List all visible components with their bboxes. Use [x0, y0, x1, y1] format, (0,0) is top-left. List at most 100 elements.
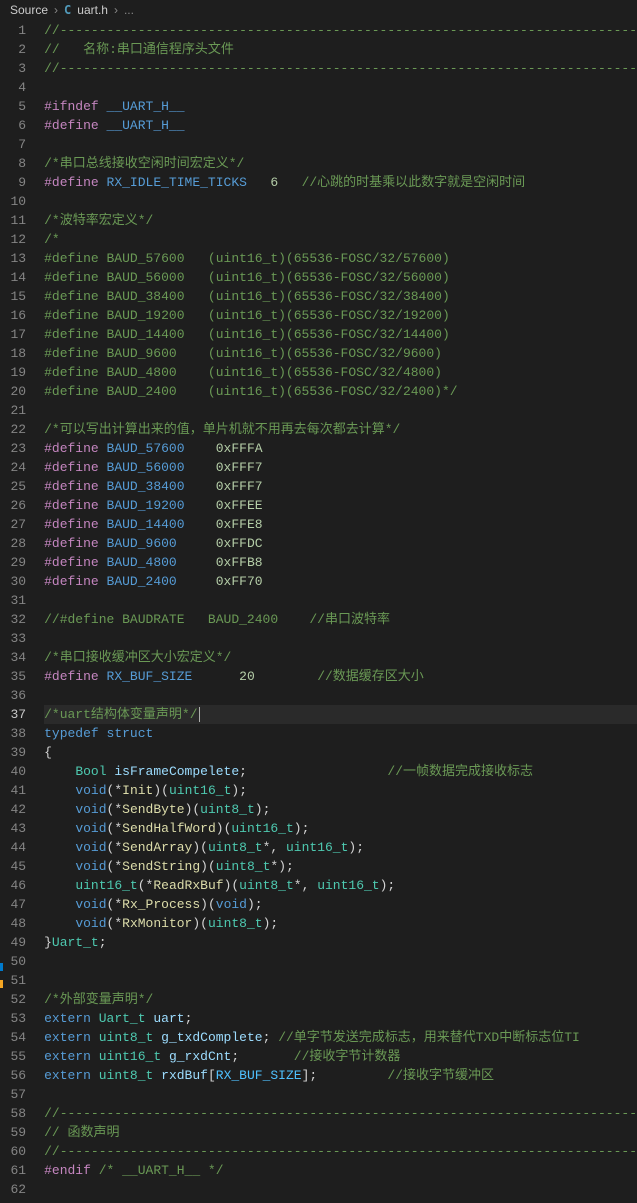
- code-line[interactable]: [44, 971, 637, 990]
- line-number[interactable]: 60: [2, 1142, 26, 1161]
- code-area[interactable]: //--------------------------------------…: [44, 21, 637, 1199]
- code-line[interactable]: void(*SendByte)(uint8_t);: [44, 800, 637, 819]
- code-line[interactable]: //--------------------------------------…: [44, 21, 637, 40]
- line-number[interactable]: 20: [2, 382, 26, 401]
- line-number[interactable]: 2: [2, 40, 26, 59]
- line-number[interactable]: 15: [2, 287, 26, 306]
- code-line[interactable]: #define BAUD_57600 0xFFFA: [44, 439, 637, 458]
- code-line[interactable]: [44, 401, 637, 420]
- line-number[interactable]: 6: [2, 116, 26, 135]
- code-line[interactable]: #define BAUD_2400 (uint16_t)(65536-FOSC/…: [44, 382, 637, 401]
- line-number[interactable]: 27: [2, 515, 26, 534]
- line-number[interactable]: 58: [2, 1104, 26, 1123]
- code-line[interactable]: #define __UART_H__: [44, 116, 637, 135]
- line-number[interactable]: 43: [2, 819, 26, 838]
- line-number[interactable]: 12: [2, 230, 26, 249]
- code-line[interactable]: extern uint16_t g_rxdCnt; //接收字节计数器: [44, 1047, 637, 1066]
- line-number[interactable]: 47: [2, 895, 26, 914]
- line-number[interactable]: 44: [2, 838, 26, 857]
- line-number[interactable]: 23: [2, 439, 26, 458]
- line-number[interactable]: 38: [2, 724, 26, 743]
- line-number[interactable]: 1: [2, 21, 26, 40]
- code-line[interactable]: //#define BAUDRATE BAUD_2400 //串口波特率: [44, 610, 637, 629]
- line-number[interactable]: 31: [2, 591, 26, 610]
- line-number[interactable]: 37: [2, 705, 26, 724]
- line-number[interactable]: 41: [2, 781, 26, 800]
- code-line[interactable]: /*外部变量声明*/: [44, 990, 637, 1009]
- line-number[interactable]: 34: [2, 648, 26, 667]
- code-line[interactable]: void(*SendString)(uint8_t*);: [44, 857, 637, 876]
- line-number[interactable]: 22: [2, 420, 26, 439]
- code-line[interactable]: void(*SendHalfWord)(uint16_t);: [44, 819, 637, 838]
- line-number[interactable]: 46: [2, 876, 26, 895]
- code-line[interactable]: typedef struct: [44, 724, 637, 743]
- code-line[interactable]: /*串口总线接收空闲时间宏定义*/: [44, 154, 637, 173]
- line-number[interactable]: 25: [2, 477, 26, 496]
- line-number[interactable]: 59: [2, 1123, 26, 1142]
- code-line[interactable]: void(*Init)(uint16_t);: [44, 781, 637, 800]
- breadcrumb-folder[interactable]: Source: [10, 3, 48, 17]
- line-number[interactable]: 54: [2, 1028, 26, 1047]
- line-number[interactable]: 11: [2, 211, 26, 230]
- code-line[interactable]: extern uint8_t g_txdComplete; //单字节发送完成标…: [44, 1028, 637, 1047]
- line-number[interactable]: 5: [2, 97, 26, 116]
- code-line[interactable]: [44, 629, 637, 648]
- line-number[interactable]: 4: [2, 78, 26, 97]
- line-number[interactable]: 13: [2, 249, 26, 268]
- line-number[interactable]: 28: [2, 534, 26, 553]
- line-number[interactable]: 18: [2, 344, 26, 363]
- line-number[interactable]: 35: [2, 667, 26, 686]
- code-line[interactable]: //--------------------------------------…: [44, 1104, 637, 1123]
- line-number[interactable]: 9: [2, 173, 26, 192]
- code-line[interactable]: //--------------------------------------…: [44, 59, 637, 78]
- line-number[interactable]: 29: [2, 553, 26, 572]
- code-line[interactable]: #define RX_IDLE_TIME_TICKS 6 //心跳的时基乘以此数…: [44, 173, 637, 192]
- line-number[interactable]: 61: [2, 1161, 26, 1180]
- code-line[interactable]: #define BAUD_56000 0xFFF7: [44, 458, 637, 477]
- line-number[interactable]: 19: [2, 363, 26, 382]
- code-line[interactable]: Bool isFrameCompelete; //一帧数据完成接收标志: [44, 762, 637, 781]
- line-number[interactable]: 53: [2, 1009, 26, 1028]
- code-line[interactable]: // 名称:串口通信程序头文件: [44, 40, 637, 59]
- line-number[interactable]: 10: [2, 192, 26, 211]
- code-line[interactable]: {: [44, 743, 637, 762]
- line-number[interactable]: 32: [2, 610, 26, 629]
- code-line[interactable]: }Uart_t;: [44, 933, 637, 952]
- line-number[interactable]: 48: [2, 914, 26, 933]
- breadcrumb-file[interactable]: uart.h: [77, 3, 108, 17]
- code-line[interactable]: [44, 78, 637, 97]
- code-line[interactable]: #define BAUD_38400 0xFFF7: [44, 477, 637, 496]
- code-line[interactable]: #define BAUD_57600 (uint16_t)(65536-FOSC…: [44, 249, 637, 268]
- code-line[interactable]: /*uart结构体变量声明*/: [44, 705, 637, 724]
- line-number[interactable]: 26: [2, 496, 26, 515]
- line-number[interactable]: 8: [2, 154, 26, 173]
- line-number[interactable]: 24: [2, 458, 26, 477]
- code-line[interactable]: /*波特率宏定义*/: [44, 211, 637, 230]
- line-number[interactable]: 17: [2, 325, 26, 344]
- code-line[interactable]: #ifndef __UART_H__: [44, 97, 637, 116]
- line-number[interactable]: 36: [2, 686, 26, 705]
- code-line[interactable]: [44, 952, 637, 971]
- line-number[interactable]: 39: [2, 743, 26, 762]
- line-number[interactable]: 30: [2, 572, 26, 591]
- line-number[interactable]: 42: [2, 800, 26, 819]
- line-number[interactable]: 7: [2, 135, 26, 154]
- code-line[interactable]: extern Uart_t uart;: [44, 1009, 637, 1028]
- code-line[interactable]: #define BAUD_19200 (uint16_t)(65536-FOSC…: [44, 306, 637, 325]
- code-line[interactable]: [44, 686, 637, 705]
- code-line[interactable]: #define BAUD_19200 0xFFEE: [44, 496, 637, 515]
- line-number[interactable]: 49: [2, 933, 26, 952]
- code-line[interactable]: void(*Rx_Process)(void);: [44, 895, 637, 914]
- code-line[interactable]: #define BAUD_38400 (uint16_t)(65536-FOSC…: [44, 287, 637, 306]
- line-number[interactable]: 33: [2, 629, 26, 648]
- line-number[interactable]: 56: [2, 1066, 26, 1085]
- code-line[interactable]: void(*SendArray)(uint8_t*, uint16_t);: [44, 838, 637, 857]
- code-line[interactable]: #define BAUD_56000 (uint16_t)(65536-FOSC…: [44, 268, 637, 287]
- line-number-gutter[interactable]: 1234567891011121314151617181920212223242…: [2, 21, 44, 1199]
- code-line[interactable]: [44, 591, 637, 610]
- code-line[interactable]: /*可以写出计算出来的值，单片机就不用再去每次都去计算*/: [44, 420, 637, 439]
- code-line[interactable]: [44, 135, 637, 154]
- code-line[interactable]: #define BAUD_9600 0xFFDC: [44, 534, 637, 553]
- code-line[interactable]: [44, 192, 637, 211]
- code-line[interactable]: #define BAUD_14400 (uint16_t)(65536-FOSC…: [44, 325, 637, 344]
